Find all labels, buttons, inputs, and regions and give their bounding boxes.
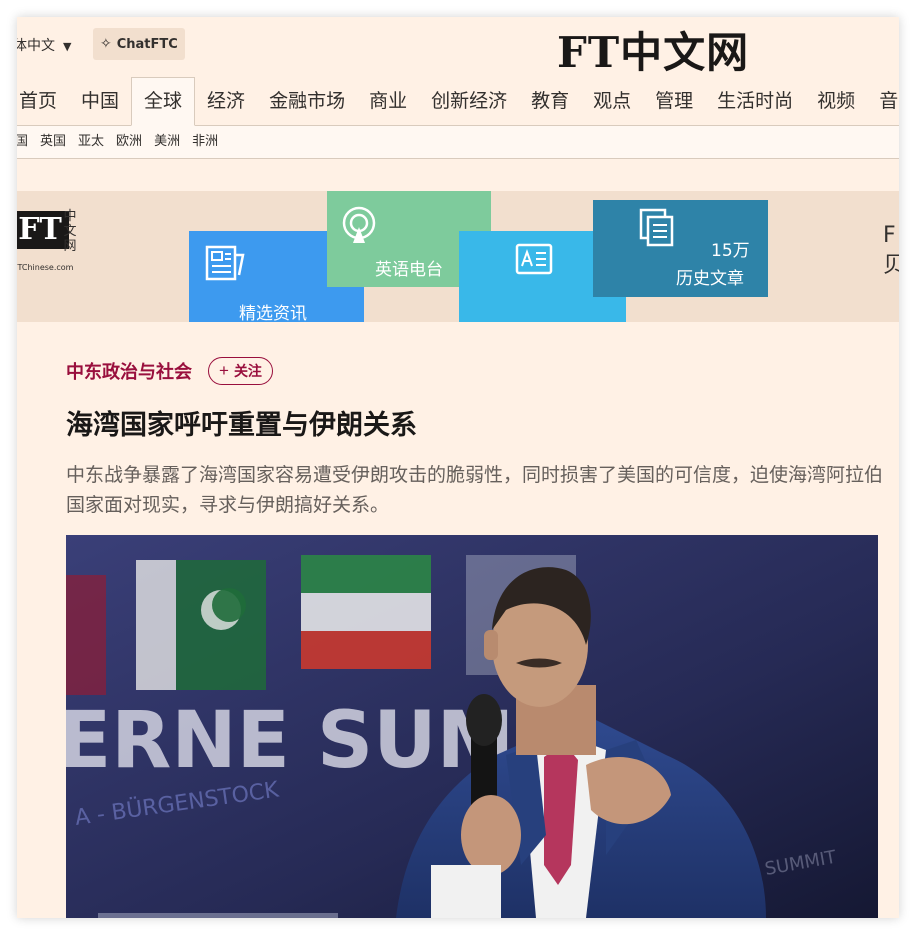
language-selector[interactable]: 体中文 ▼ xyxy=(17,35,71,55)
article-standfirst: 中东战争暴露了海湾国家容易遭受伊朗攻击的脆弱性，同时损害了美国的可信度，迫使海湾… xyxy=(66,464,884,516)
banner-right-text: F 贝 xyxy=(883,221,899,281)
nav-item[interactable]: 中国 xyxy=(69,77,131,125)
subnav-item[interactable]: 英国 xyxy=(34,126,72,158)
main-nav-list: 首页 中国 全球 经济 金融市场 商业 创新经济 教育 观点 管理 生活时尚 视频音 xyxy=(17,77,899,126)
language-prefix: 体 xyxy=(17,38,27,54)
bilingual-book-icon xyxy=(515,243,553,275)
ft-logo-mark: FT xyxy=(17,211,69,249)
chatftc-label: ChatFTC xyxy=(116,36,178,52)
topic-row: 中东政治与社会 + 关注 xyxy=(66,357,273,385)
plus-icon: + xyxy=(219,361,229,380)
nav-item[interactable]: 教育 xyxy=(519,77,581,125)
topic-link[interactable]: 中东政治与社会 xyxy=(66,358,192,384)
site-logo[interactable]: FT中文网 xyxy=(557,19,749,80)
photo-illustration: ERNE SUM A - BÜRGENSTOCK SUMMIT xyxy=(66,535,878,918)
nav-item[interactable]: 创新经济 xyxy=(419,77,519,125)
radio-icon xyxy=(342,206,376,243)
article-headline[interactable]: 海湾国家呼吁重置与伊朗关系 xyxy=(66,403,417,442)
nav-item[interactable]: 生活时尚 xyxy=(705,77,805,125)
language-label: 中文 xyxy=(27,38,55,54)
nav-item[interactable]: 经济 xyxy=(195,77,257,125)
caret-down-icon: ▼ xyxy=(63,40,72,53)
tile-label: 精选资讯 xyxy=(239,304,307,322)
ft-domain: FTChinese.com xyxy=(17,263,74,272)
backdrop-text: ERNE SUM xyxy=(66,696,514,786)
ft-logo-char: 中 xyxy=(63,209,77,224)
subnav-item[interactable]: 亚太 xyxy=(72,126,110,158)
nav-item[interactable]: 金融市场 xyxy=(257,77,357,125)
banner-right-char: 贝 xyxy=(883,253,899,278)
nav-item[interactable]: 观点 xyxy=(581,77,643,125)
nav-item[interactable]: 商业 xyxy=(357,77,419,125)
ft-logo-cn: 中 文 网 xyxy=(63,209,77,254)
sub-nav: 国英国 亚太 欧洲 美洲 非洲 xyxy=(17,126,899,159)
ft-logo-char: 文 xyxy=(63,224,77,239)
article-photo[interactable]: ERNE SUM A - BÜRGENSTOCK SUMMIT xyxy=(66,535,878,918)
banner-right-char: F xyxy=(883,223,896,248)
page-frame: 体中文 ▼ ✧ ChatFTC FT中文网 首页 中国 全球 经济 金融市场 商业 创新经济教… xyxy=(17,17,899,918)
tile-count: 15万 xyxy=(711,241,750,261)
chatftc-button[interactable]: ✧ ChatFTC xyxy=(93,28,185,60)
tile-article-archive[interactable]: 15万 历史文章 xyxy=(593,200,768,297)
tile-label: 历史文章 xyxy=(676,269,744,289)
nav-item[interactable]: 音 xyxy=(867,77,899,125)
subnav-item[interactable]: 国 xyxy=(17,126,34,158)
top-bar: 体中文 ▼ ✧ ChatFTC FT中文网 xyxy=(17,17,899,77)
subnav-item[interactable]: 非洲 xyxy=(186,126,224,158)
nav-item[interactable]: 全球 xyxy=(131,77,196,126)
main-nav: 首页 中国 全球 经济 金融市场 商业 创新经济 教育 观点 管理 生活时尚 视频音 xyxy=(17,77,899,126)
sparkle-icon: ✧ xyxy=(100,36,112,52)
follow-label: 关注 xyxy=(233,363,262,379)
subnav-item[interactable]: 美洲 xyxy=(148,126,186,158)
nav-item[interactable]: 管理 xyxy=(643,77,705,125)
subnav-item[interactable]: 欧洲 xyxy=(110,126,148,158)
nav-item[interactable]: 视频 xyxy=(805,77,867,125)
documents-icon xyxy=(639,208,674,247)
ft-logo-char: 网 xyxy=(63,239,77,254)
follow-button[interactable]: + 关注 xyxy=(208,357,273,385)
nav-item[interactable]: 首页 xyxy=(17,77,69,125)
newspaper-icon xyxy=(205,245,245,281)
tile-label: 英语电台 xyxy=(375,260,443,280)
sub-nav-list: 国英国 亚太 欧洲 美洲 非洲 xyxy=(17,126,224,158)
promo-banner[interactable]: FT 中 文 网 FTChinese.com 精选资讯 英语电台 15万 历史文… xyxy=(17,191,899,322)
